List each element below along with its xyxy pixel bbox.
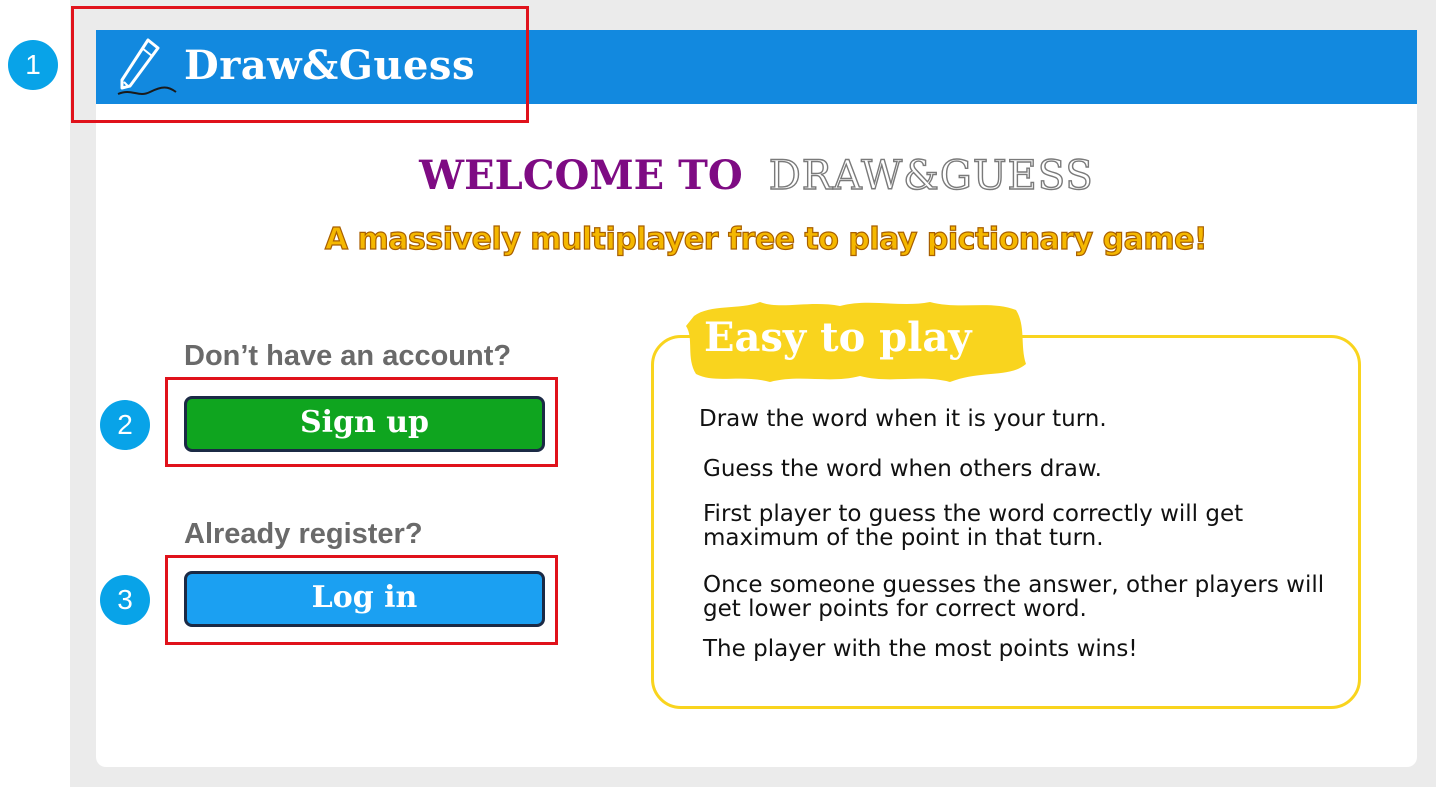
how-to-play-title: Easy to play [704, 314, 972, 361]
rule-line: Once someone guesses the answer, other p… [703, 572, 1325, 622]
step-marker-2: 2 [100, 400, 150, 450]
welcome-heading: WELCOME TO DRAW&GUESS [96, 148, 1417, 204]
welcome-prefix: WELCOME TO [419, 152, 743, 199]
rule-line: Draw the word when it is your turn. [699, 406, 1107, 432]
rule-line: First player to guess the word correctly… [703, 501, 1244, 551]
signup-prompt: Don’t have an account? [184, 340, 512, 372]
welcome-game-name: DRAW&GUESS [768, 152, 1094, 199]
rule-line: The player with the most points wins! [703, 636, 1138, 662]
tagline: A massively multiplayer free to play pic… [324, 221, 1208, 257]
rule-line: Guess the word when others draw. [703, 456, 1102, 482]
step-marker-3: 3 [100, 575, 150, 625]
highlight-box-signup [165, 377, 558, 467]
highlight-box-login [165, 555, 558, 645]
step-marker-1: 1 [8, 40, 58, 90]
highlight-box-header [71, 6, 529, 123]
login-prompt: Already register? [184, 518, 423, 550]
